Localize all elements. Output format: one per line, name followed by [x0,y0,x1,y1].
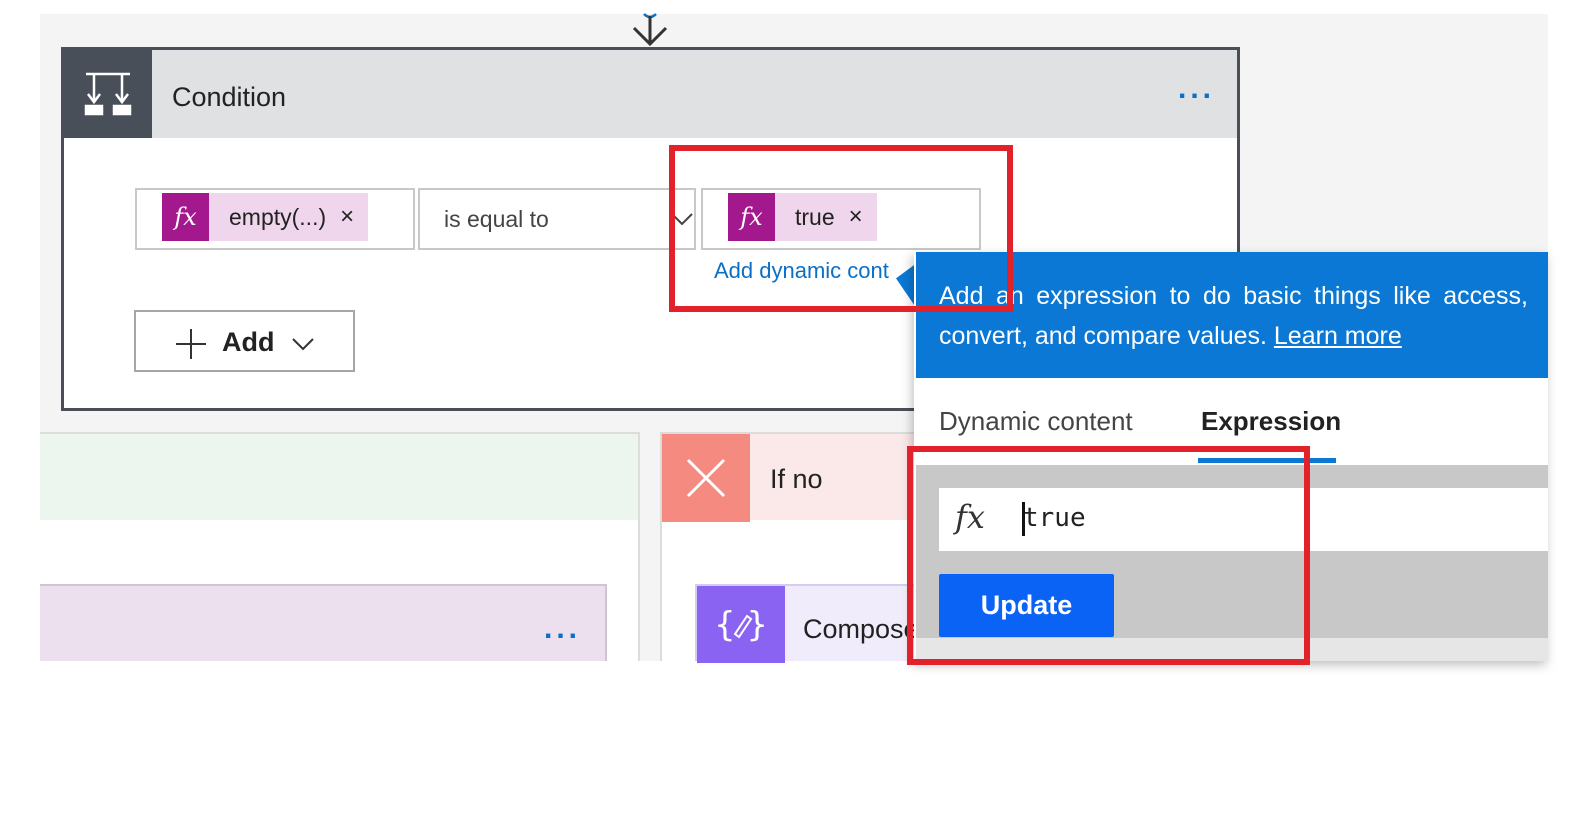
x-icon [662,434,750,522]
if-yes-header[interactable] [40,432,638,520]
left-operand-label: empty(...) [229,203,327,230]
operator-select[interactable]: is equal to [418,188,696,250]
left-operand-field[interactable]: fx empty(...) × [135,188,415,250]
if-no-header[interactable]: If no [662,432,920,522]
tab-dynamic-content[interactable]: Dynamic content [939,406,1133,437]
if-yes-branch: ... [40,432,640,661]
tab-expression[interactable]: Expression [1201,406,1341,437]
connector-arrow-icon [632,13,668,47]
fx-icon: fx [162,193,209,241]
highlight-box-token [669,145,1013,312]
plus-icon [176,329,206,359]
compose-action-card[interactable]: { } Compose [695,584,920,663]
yes-action-card[interactable]: ... [40,584,607,661]
left-operand-token[interactable]: fx empty(...) × [162,193,369,241]
close-icon[interactable]: × [326,205,368,229]
condition-title: Condition [172,82,287,112]
more-icon[interactable]: ... [1178,72,1215,106]
learn-more-link[interactable]: Learn more [1274,322,1402,350]
condition-icon [64,50,152,138]
more-icon[interactable]: ... [544,612,581,646]
compose-icon: { } [697,586,785,663]
popup-info-text: Add an expression to do basic things lik… [939,282,1528,350]
compose-title: Compose [803,614,919,644]
if-no-branch: If no { } Compose [660,432,920,663]
operator-value: is equal to [444,206,549,232]
if-no-title: If no [770,464,823,494]
condition-header[interactable]: Condition ... [64,50,1237,138]
highlight-box-expression [907,446,1310,665]
chevron-down-icon [292,338,314,351]
add-button[interactable]: Add [134,310,355,372]
add-button-label: Add [222,327,275,357]
